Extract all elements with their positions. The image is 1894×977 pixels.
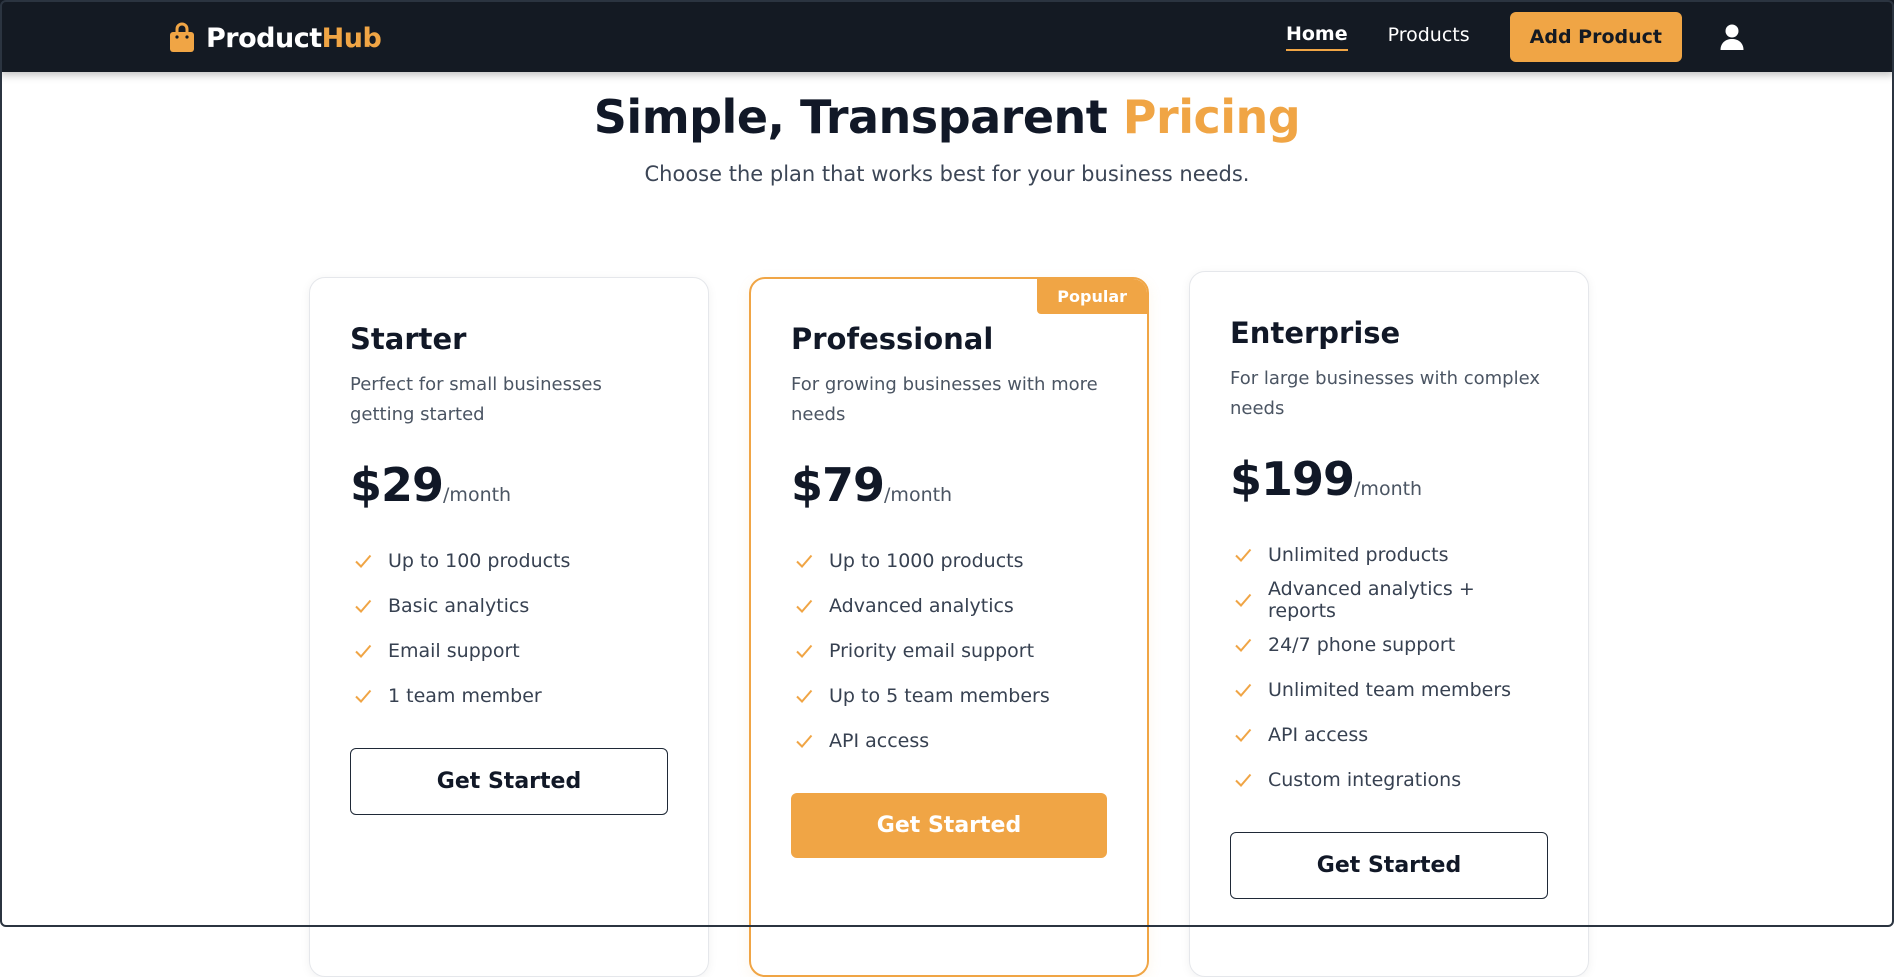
feature-label: 24/7 phone support	[1268, 633, 1456, 656]
plan-price: $29 /month	[350, 458, 668, 512]
feature-label: 1 team member	[388, 684, 542, 707]
price-amount: $199	[1230, 452, 1355, 506]
feature-label: Unlimited products	[1268, 543, 1449, 566]
plan-card-starter: Starter Perfect for small businesses get…	[309, 277, 709, 977]
feature-label: Custom integrations	[1268, 768, 1462, 791]
check-icon	[1235, 728, 1252, 742]
check-icon	[796, 554, 813, 568]
feature-label: Unlimited team members	[1268, 678, 1512, 701]
check-icon	[1235, 638, 1252, 652]
feature-item: Up to 100 products	[350, 538, 668, 583]
feature-item: Basic analytics	[350, 583, 668, 628]
check-icon	[796, 734, 813, 748]
get-started-button-professional[interactable]: Get Started	[791, 793, 1107, 858]
check-icon	[796, 599, 813, 613]
plan-description: For growing businesses with more needs	[791, 374, 1098, 425]
page-subtitle: Choose the plan that works best for your…	[644, 162, 1250, 186]
feature-label: Advanced analytics	[829, 594, 1014, 617]
shopping-bag-icon	[170, 22, 194, 52]
price-amount: $79	[791, 458, 885, 512]
feature-label: Advanced analytics + reports	[1268, 577, 1475, 622]
main-nav: Home Products Add Product	[1285, 12, 1746, 62]
feature-label: API access	[829, 729, 930, 752]
price-period: /month	[1354, 478, 1423, 500]
check-icon	[355, 599, 372, 613]
check-icon	[1235, 593, 1252, 607]
check-icon	[355, 554, 372, 568]
feature-label: Up to 1000 products	[829, 549, 1024, 572]
feature-label: API access	[1268, 723, 1369, 746]
check-icon	[1235, 548, 1252, 562]
feature-item: API access	[791, 718, 1107, 763]
feature-item: Unlimited team members	[1230, 667, 1548, 712]
page-title: Simple, Transparent Pricing	[0, 90, 1894, 144]
feature-item: Custom integrations	[1230, 757, 1548, 802]
popular-badge: Popular	[1037, 279, 1147, 314]
feature-item: Priority email support	[791, 628, 1107, 673]
feature-item: Unlimited products	[1230, 532, 1548, 577]
feature-label: Email support	[388, 639, 520, 662]
plan-name: Starter	[350, 322, 467, 356]
feature-label: Up to 100 products	[388, 549, 571, 572]
price-period: /month	[884, 484, 953, 506]
feature-label: Basic analytics	[388, 594, 530, 617]
plan-card-professional: Popular Professional For growing busines…	[749, 277, 1149, 977]
nav-products-link[interactable]: Products	[1388, 24, 1470, 50]
feature-item: Up to 1000 products	[791, 538, 1107, 583]
feature-item: Advanced analytics	[791, 583, 1107, 628]
feature-list: Unlimited products Advanced analytics + …	[1230, 532, 1548, 802]
page-title-accent: Pricing	[1122, 90, 1301, 144]
check-icon	[796, 689, 813, 703]
user-icon[interactable]	[1718, 23, 1746, 51]
check-icon	[1235, 773, 1252, 787]
check-icon	[355, 689, 372, 703]
plan-card-enterprise: Enterprise For large businesses with com…	[1189, 271, 1589, 977]
plan-description: Perfect for small businesses getting sta…	[350, 374, 602, 425]
nav-home-link[interactable]: Home	[1285, 23, 1348, 51]
pricing-hero: Simple, Transparent Pricing Choose the p…	[0, 90, 1894, 186]
feature-item: Advanced analytics + reports	[1230, 577, 1548, 622]
brand-logo[interactable]: ProductHub	[168, 18, 382, 58]
plan-price: $199 /month	[1230, 452, 1548, 506]
price-period: /month	[443, 484, 512, 506]
plan-description: For large businesses with complex needs	[1230, 368, 1540, 419]
get-started-button-starter[interactable]: Get Started	[350, 748, 668, 815]
feature-item: Up to 5 team members	[791, 673, 1107, 718]
feature-item: Email support	[350, 628, 668, 673]
get-started-button-enterprise[interactable]: Get Started	[1230, 832, 1548, 899]
feature-item: API access	[1230, 712, 1548, 757]
brand-name-accent: Hub	[321, 22, 382, 54]
feature-label: Up to 5 team members	[829, 684, 1050, 707]
feature-list: Up to 100 products Basic analytics Email…	[350, 538, 668, 718]
page-title-main: Simple, Transparent	[593, 90, 1108, 144]
top-navbar: ProductHub Home Products Add Product	[0, 0, 1894, 72]
price-amount: $29	[350, 458, 444, 512]
check-icon	[355, 644, 372, 658]
feature-list: Up to 1000 products Advanced analytics P…	[791, 538, 1107, 763]
check-icon	[1235, 683, 1252, 697]
feature-label: Priority email support	[829, 639, 1035, 662]
plan-price: $79 /month	[791, 458, 1107, 512]
plan-name: Professional	[791, 322, 994, 356]
brand-name: ProductHub	[206, 22, 382, 54]
check-icon	[796, 644, 813, 658]
plan-name: Enterprise	[1230, 316, 1401, 350]
feature-item: 24/7 phone support	[1230, 622, 1548, 667]
feature-item: 1 team member	[350, 673, 668, 718]
add-product-button[interactable]: Add Product	[1509, 12, 1682, 62]
brand-name-main: Product	[206, 22, 322, 54]
